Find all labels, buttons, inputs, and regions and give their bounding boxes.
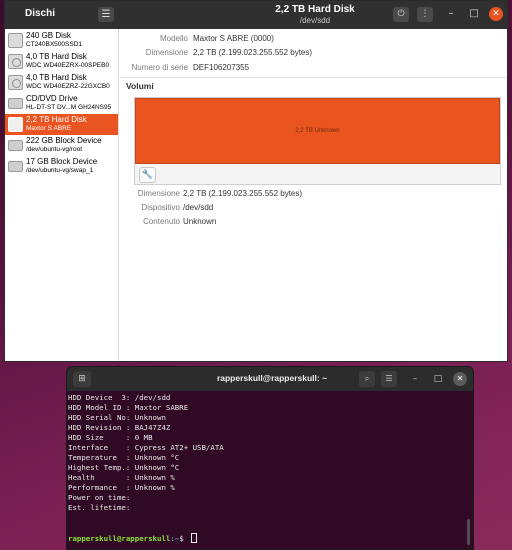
block-device-icon [8,161,23,172]
hamburger-icon[interactable]: ☰ [98,7,114,22]
app-title: Dischi [25,8,56,19]
disk-model: WDC WD40EZRX-00SPEB0 [26,62,110,69]
header-title: 2,2 TB Hard Disk [275,4,355,15]
disk-item[interactable]: 17 GB Block Device /dev/ubuntu-vg/swap_1 [5,156,118,177]
terminal-output[interactable]: HDD Device 3: /dev/sdd HDD Model ID : Ma… [67,391,473,549]
terminal-headerbar: ⊞ rapperskull@rapperskull: ~ ⌕ ☰ – □ ✕ [67,367,473,391]
usb-disk-icon [8,117,23,132]
disk-name: 4,0 TB Hard Disk [26,73,87,82]
output-line: HDD Device 3: /dev/sdd [68,393,171,402]
disk-item[interactable]: 4,0 TB Hard Disk WDC WD40EZRZ-22GXCB0 [5,72,118,93]
disks-headerbar: Dischi ☰ 2,2 TB Hard Disk /dev/sdd ⏻ ⋮ –… [5,1,507,29]
prompt-path: :~ [170,534,180,543]
detail-key: Dimensione [145,48,188,57]
output-line: Highest Temp.: Unknown °C [68,463,180,472]
disk-model: /dev/ubuntu-vg/swap_1 [26,167,94,174]
maximize-icon[interactable]: □ [431,372,445,386]
disk-list: 240 GB Disk CT240BX500SSD1 4,0 TB Hard D… [5,29,119,361]
volume-detail-key: Dispositivo [141,203,180,212]
volumes-heading: Volumi [126,81,154,91]
disk-model: /dev/ubuntu-vg/root [26,146,83,153]
wrench-icon[interactable]: 🔧 [139,167,156,183]
output-line: Health : Unknown % [68,473,175,482]
prompt-symbol: $ [179,534,189,543]
detail-value: 2,2 TB (2.199.023.255.552 bytes) [193,48,313,57]
ssd-icon [8,33,23,48]
header-center: 2,2 TB Hard Disk /dev/sdd [245,4,385,26]
search-icon[interactable]: ⌕ [359,371,375,387]
output-line: HDD Revision : BAJ47Z4Z [68,423,171,432]
optical-drive-icon [8,98,23,109]
detail-value: Maxtor S ABRE (0000) [193,34,274,43]
disk-name: 240 GB Disk [26,31,71,40]
disk-name: 222 GB Block Device [26,136,102,145]
power-icon[interactable]: ⏻ [393,7,409,22]
hard-disk-icon [8,75,23,90]
disk-item[interactable]: 240 GB Disk CT240BX500SSD1 [5,30,118,51]
hamburger-icon[interactable]: ☰ [381,371,397,387]
detail-value: DEF106207355 [193,63,250,72]
disk-model: HL-DT-ST DV...M GH24NS95 [26,104,112,111]
minimize-icon[interactable]: – [444,7,458,21]
output-line: HDD Serial No: Unknown [68,413,166,422]
terminal-window: ⊞ rapperskull@rapperskull: ~ ⌕ ☰ – □ ✕ H… [66,366,474,550]
output-line: Temperature : Unknown °C [68,453,180,462]
disk-name: 17 GB Block Device [26,157,98,166]
detail-key: Numero di serie [131,63,188,72]
output-line: Performance : Unknown % [68,483,175,492]
terminal-title: rapperskull@rapperskull: ~ [216,373,328,383]
hard-disk-icon [8,54,23,69]
volume-detail-value: 2,2 TB (2.199.023.255.552 bytes) [183,189,303,198]
disk-name: 4,0 TB Hard Disk [26,52,87,61]
volume-detail-key: Contenuto [143,217,180,226]
scrollbar[interactable] [467,519,470,545]
disk-name: 2,2 TB Hard Disk [26,115,87,124]
kebab-icon[interactable]: ⋮ [417,7,433,22]
disk-item[interactable]: CD/DVD Drive HL-DT-ST DV...M GH24NS95 [5,93,118,114]
prompt-line: rapperskull@rapperskull:~$ [68,533,198,544]
detail-key: Modello [159,34,188,43]
close-icon[interactable]: ✕ [489,7,503,21]
minimize-icon[interactable]: – [408,372,422,386]
output-line: Est. lifetime: [68,503,131,512]
disk-model: CT240BX500SSD1 [26,41,83,48]
output-line: HDD Model ID : Maxtor SABRE [68,403,189,412]
disk-name: CD/DVD Drive [26,94,78,103]
new-tab-icon[interactable]: ⊞ [73,371,91,387]
disk-model: WDC WD40EZRZ-22GXCB0 [26,83,110,90]
close-icon[interactable]: ✕ [453,372,467,386]
cursor [191,533,198,543]
volume-detail-value: /dev/sdd [183,203,214,212]
disk-item[interactable]: 4,0 TB Hard Disk WDC WD40EZRX-00SPEB0 [5,51,118,72]
prompt-user: rapperskull@rapperskull [68,534,171,543]
disk-details: Modello Maxtor S ABRE (0000) Dimensione … [120,29,507,361]
disk-item[interactable]: 222 GB Block Device /dev/ubuntu-vg/root [5,135,118,156]
volume-partition[interactable]: 2,2 TB Unknown [135,98,500,164]
volume-detail-value: Unknown [183,217,217,226]
divider [120,77,507,78]
volume-detail-key: Dimensione [137,189,180,198]
output-line: HDD Size : 0 MB [68,433,153,442]
maximize-icon[interactable]: □ [467,7,481,21]
output-line: Interface : Cypress AT2+ USB/ATA [68,443,224,452]
volume-label: 2,2 TB Unknown [295,128,340,134]
volume-map: 2,2 TB Unknown 🔧 [134,97,501,185]
disk-item-selected[interactable]: 2,2 TB Hard Disk Maxtor S ABRE [5,114,118,135]
output-line: Power on time: [68,493,131,502]
disks-window: Dischi ☰ 2,2 TB Hard Disk /dev/sdd ⏻ ⋮ –… [4,0,508,362]
block-device-icon [8,140,23,151]
disk-model: Maxtor S ABRE [26,125,72,132]
header-subtitle: /dev/sdd [299,16,331,25]
